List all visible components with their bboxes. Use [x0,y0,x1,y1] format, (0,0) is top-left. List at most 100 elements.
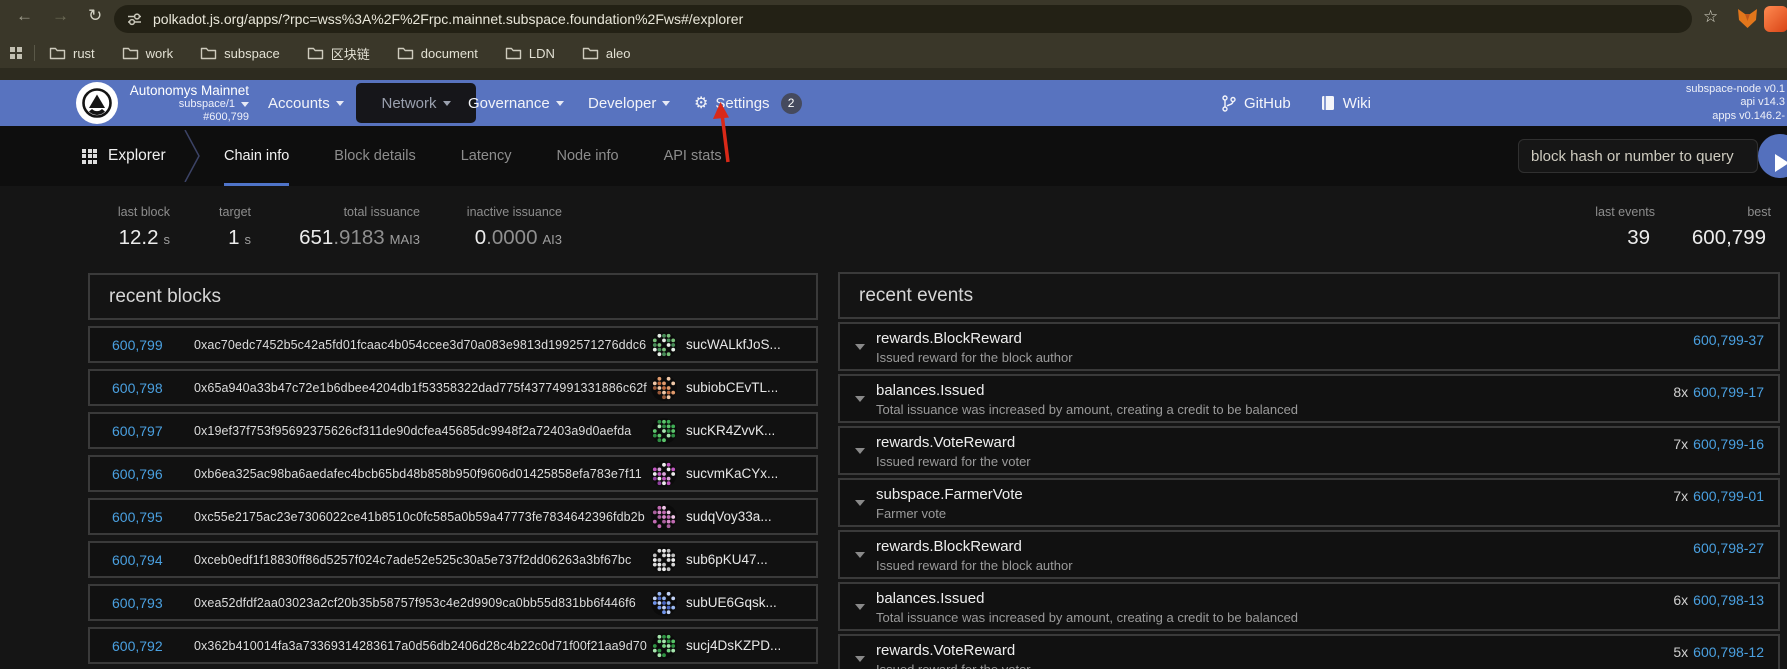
event-row: rewards.VoteReward Issued reward for the… [838,634,1780,669]
apps-grid-icon[interactable] [10,47,22,59]
stat-value: 651 [299,226,333,249]
block-author[interactable]: sucj4DsKZPD... [686,638,804,653]
event-row: balances.Issued Total issuance was incre… [838,374,1780,423]
block-author[interactable]: sucWALkfJoS... [686,337,804,352]
event-block-link[interactable]: 600,799-16 [1693,436,1764,452]
bookmark-item[interactable]: 区块链 [307,44,370,63]
event-block-link[interactable]: 600,798-12 [1693,644,1764,660]
event-block-link[interactable]: 600,799-17 [1693,384,1764,400]
site-settings-icon[interactable] [127,12,142,26]
expand-caret-icon[interactable] [855,396,865,402]
block-row: 600,796 0xb6ea325ac98ba6aedafec4bcb65bd4… [88,455,818,492]
event-block-link[interactable]: 600,799-37 [1693,332,1764,348]
event-description: Issued reward for the voter [876,662,1031,669]
expand-caret-icon[interactable] [855,604,865,610]
block-row: 600,798 0x65a940a33b47c72e1b6dbee4204db1… [88,369,818,406]
expand-caret-icon[interactable] [855,448,865,454]
event-description: Issued reward for the voter [876,454,1031,469]
query-submit-button[interactable] [1758,134,1787,178]
recent-blocks-header: recent blocks [88,273,818,320]
event-count: 8x [1673,384,1688,400]
author-identicon[interactable] [651,633,677,659]
nav-governance[interactable]: Governance [468,80,564,126]
bookmark-item[interactable]: aleo [582,46,631,61]
stat-label: best [1692,205,1771,219]
author-identicon[interactable] [651,590,677,616]
recent-events-panel: recent events rewards.BlockReward Issued… [838,272,1780,669]
event-block-link[interactable]: 600,798-27 [1693,540,1764,556]
block-row: 600,795 0xc55e2175ac23e7306022ce41b8510c… [88,498,818,535]
block-hash: 0x19ef37f753f95692375626cf311de90dcfea45… [194,424,631,438]
stat-value: 600,799 [1692,226,1766,249]
bookmark-item[interactable]: document [397,46,478,61]
block-number-link[interactable]: 600,797 [112,423,168,439]
block-number-link[interactable]: 600,796 [112,466,168,482]
browser-forward-icon[interactable]: → [52,6,69,26]
browser-reload-icon[interactable]: ↻ [88,6,102,26]
chain-info[interactable]: Autonomys Mainnet subspace/1 #600,799 [0,83,249,124]
block-author[interactable]: sudqVoy33a... [686,509,804,524]
block-author[interactable]: sub6pKU47... [686,552,804,567]
explorer-tab[interactable]: Node info [557,126,619,186]
chrome-bottom-strip [0,68,1787,80]
block-number-link[interactable]: 600,794 [112,552,168,568]
recent-blocks-rows: 600,799 0xac70edc7452b5c42a5fd01fcaac4b0… [88,326,818,664]
breadcrumb-explorer[interactable]: Explorer [82,126,166,186]
nav-accounts[interactable]: Accounts [268,80,344,126]
breadcrumb-label: Explorer [108,147,166,165]
chevron-down-icon [241,102,249,107]
bookmark-star-icon[interactable]: ☆ [1703,7,1718,27]
block-author[interactable]: sucvmKaCYx... [686,466,804,481]
expand-caret-icon[interactable] [855,552,865,558]
tab-label: Chain info [224,148,289,164]
explorer-tab[interactable]: API stats [664,126,722,186]
block-number-link[interactable]: 600,792 [112,638,168,654]
metamask-extension-icon[interactable] [1736,8,1759,29]
block-query-input[interactable] [1518,139,1758,173]
author-identicon[interactable] [651,332,677,358]
author-identicon[interactable] [651,504,677,530]
block-number-link[interactable]: 600,798 [112,380,168,396]
block-author[interactable]: subUE6Gqsk... [686,595,804,610]
block-author[interactable]: sucKR4ZvvK... [686,423,804,438]
block-number-link[interactable]: 600,795 [112,509,168,525]
folder-icon [505,46,522,60]
browser-profile-avatar[interactable] [1764,6,1787,32]
block-row: 600,799 0xac70edc7452b5c42a5fd01fcaac4b0… [88,326,818,363]
chain-best-block: #600,799 [0,111,249,124]
summary-stat: total issuance 651.9183MAI3 [299,205,420,250]
expand-caret-icon[interactable] [855,344,865,350]
author-identicon[interactable] [651,547,677,573]
recent-events-rows: rewards.BlockReward Issued reward for th… [838,322,1780,669]
author-identicon[interactable] [651,461,677,487]
nav-developer[interactable]: Developer [588,80,670,126]
wiki-link[interactable]: Wiki [1321,95,1371,112]
bookmark-item[interactable]: work [122,46,173,61]
expand-caret-icon[interactable] [855,656,865,662]
stat-unit: MAI3 [390,232,420,247]
bookmark-label: rust [73,46,95,61]
event-description: Issued reward for the block author [876,558,1073,573]
explorer-tab[interactable]: Block details [334,126,415,186]
event-block-link[interactable]: 600,798-13 [1693,592,1764,608]
author-identicon[interactable] [651,375,677,401]
block-number-link[interactable]: 600,793 [112,595,168,611]
expand-caret-icon[interactable] [855,500,865,506]
nav-settings[interactable]: ⚙ Settings 2 [694,80,802,126]
bookmark-item[interactable]: subspace [200,46,280,61]
explorer-tab[interactable]: Chain info [224,126,289,186]
github-link[interactable]: GitHub [1222,95,1291,112]
browser-back-icon[interactable]: ← [16,6,33,26]
chevron-down-icon [336,101,344,106]
author-identicon[interactable] [651,418,677,444]
event-block-link[interactable]: 600,799-01 [1693,488,1764,504]
explorer-tab-bar: Explorer Chain info Block details Latenc… [0,126,1787,186]
block-author[interactable]: subiobCEvTL... [686,380,804,395]
bookmark-item[interactable]: rust [49,46,95,61]
bookmark-item[interactable]: LDN [505,46,555,61]
block-number-link[interactable]: 600,799 [112,337,168,353]
stat-label: target [219,205,251,219]
address-bar[interactable]: polkadot.js.org/apps/?rpc=wss%3A%2F%2Frp… [114,5,1692,33]
nav-network[interactable]: Network [356,83,476,123]
explorer-tab[interactable]: Latency [461,126,512,186]
